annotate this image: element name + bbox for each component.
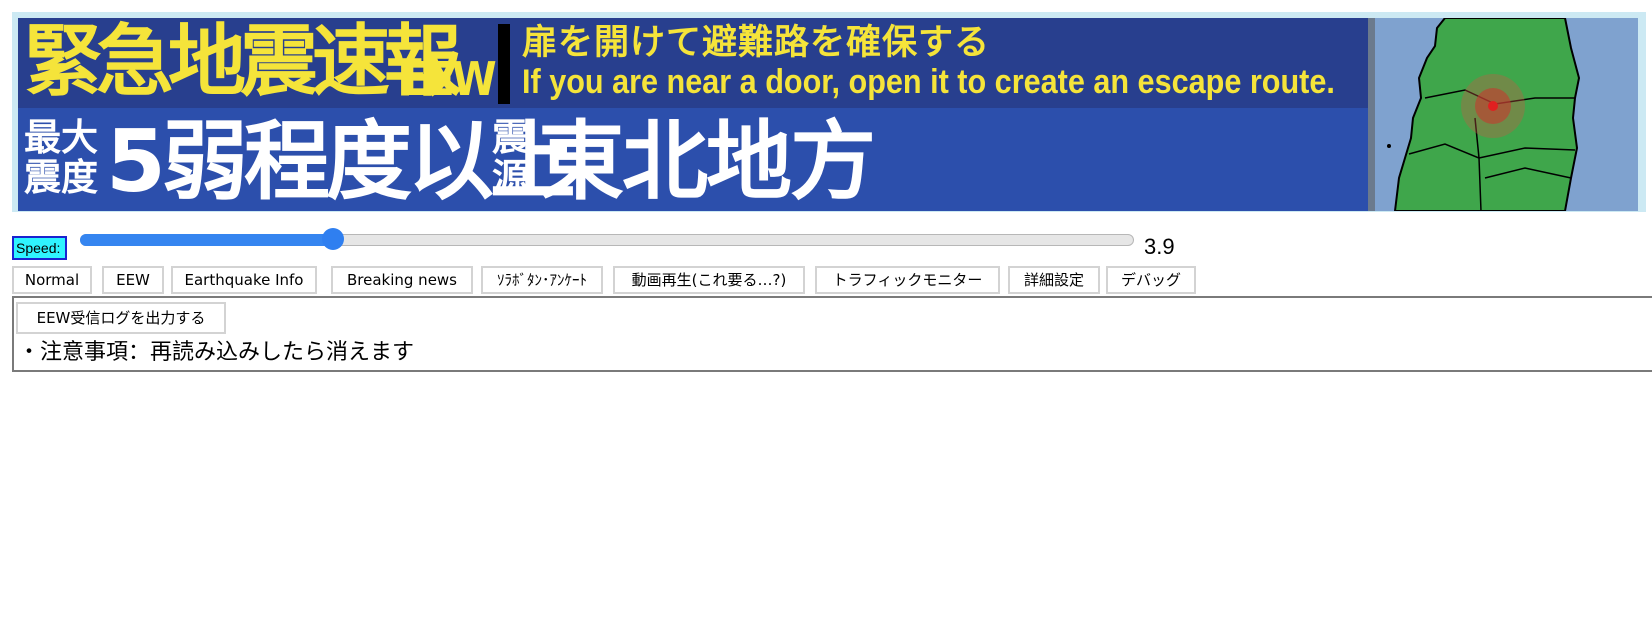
eew-title: 緊急地震速報 <box>24 18 462 107</box>
tab-sorabotan-survey[interactable]: ｿﾗﾎﾞﾀﾝ･ｱﾝｹｰﾄ <box>481 266 603 294</box>
eew-banner-content: 緊急地震速報 EEW 扉を開けて避難路を確保する If you are near… <box>18 18 1368 211</box>
notice-text: ・注意事項：再読み込みしたら消えます <box>18 340 415 365</box>
speed-slider-thumb[interactable] <box>321 228 344 250</box>
speed-slider-fill <box>80 234 333 246</box>
instruction-japanese: 扉を開けて避難路を確保する <box>522 23 991 63</box>
map-graphic <box>1387 18 1581 211</box>
tab-eew[interactable]: EEW <box>102 266 164 294</box>
max-intensity-label: 最大震度 <box>24 116 98 199</box>
tab-normal[interactable]: Normal <box>12 266 92 294</box>
tab-breaking-news[interactable]: Breaking news <box>331 266 473 294</box>
banner-divider <box>498 24 510 104</box>
tohoku-map-icon <box>1368 18 1638 211</box>
epicenter-marker <box>1488 101 1498 111</box>
tab-detailed-settings[interactable]: 詳細設定 <box>1008 266 1100 294</box>
tab-earthquake-info[interactable]: Earthquake Info <box>171 266 317 294</box>
speed-label: Speed: <box>12 236 67 260</box>
eew-abbreviation: EEW <box>402 52 497 106</box>
tab-video-playback[interactable]: 動画再生(これ要る…?) <box>613 266 805 294</box>
instruction-english: If you are near a door, open it to creat… <box>522 63 1335 101</box>
epicenter-value: 東北地方 <box>538 112 876 211</box>
tab-debug[interactable]: デバッグ <box>1106 266 1196 294</box>
tab-traffic-monitor[interactable]: トラフィックモニター <box>815 266 1000 294</box>
speed-value: 3.9 <box>1144 234 1175 259</box>
export-eew-log-button[interactable]: EEW受信ログを出力する <box>16 302 226 334</box>
epicenter-label: 震源 <box>492 116 529 199</box>
map-island <box>1387 144 1391 148</box>
